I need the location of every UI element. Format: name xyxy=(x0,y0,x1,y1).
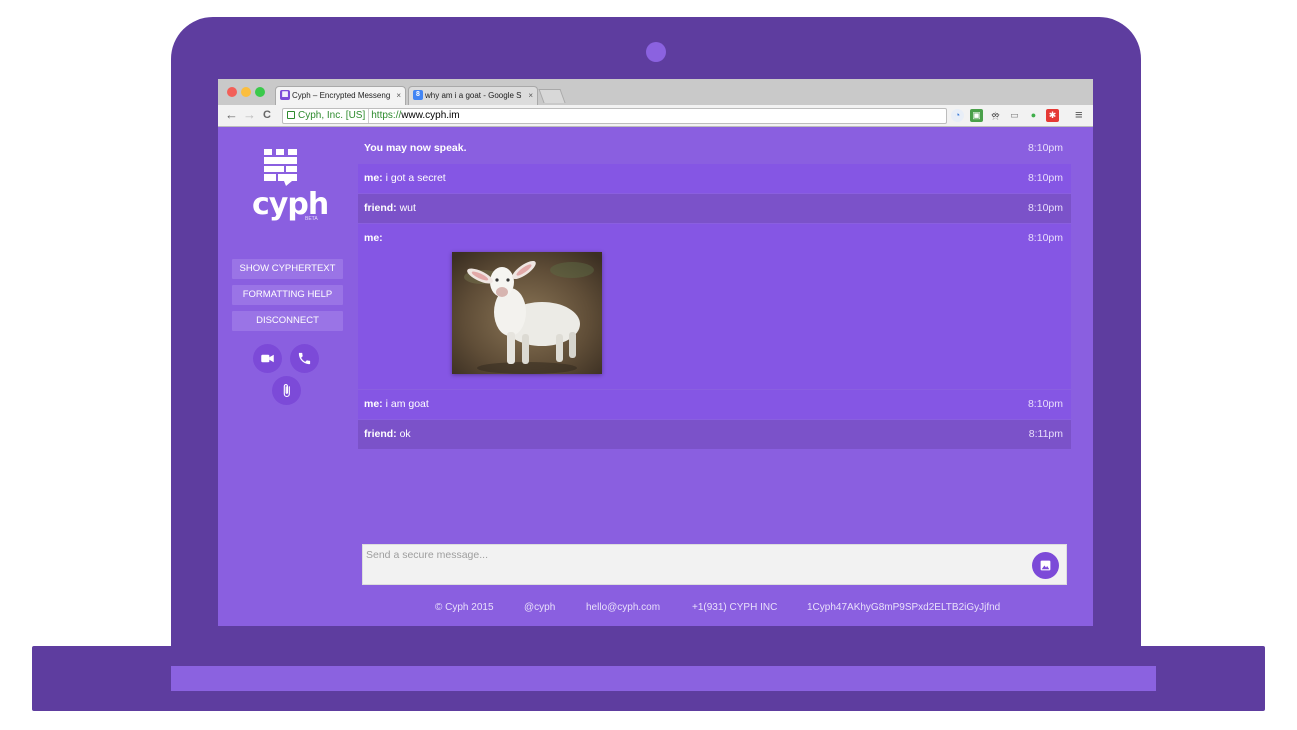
close-window-button[interactable] xyxy=(227,87,237,97)
close-tab-icon[interactable]: × xyxy=(528,87,533,104)
message-time: 8:10pm xyxy=(1027,172,1063,184)
goat-image xyxy=(452,252,602,374)
chat-message: friend: ok 8:11pm xyxy=(358,420,1071,449)
certificate-owner: Cyph, Inc. [US] xyxy=(298,110,366,121)
message-list: You may now speak. 8:10pm me: i got a se… xyxy=(358,134,1071,450)
extension-leaf-icon[interactable]: ● xyxy=(1027,109,1040,122)
extension-red-icon[interactable]: ✱ xyxy=(1046,109,1059,122)
message-text: i got a secret xyxy=(382,172,446,184)
message-time: 8:11pm xyxy=(1028,428,1063,440)
send-image-button[interactable] xyxy=(1032,552,1059,579)
phone-icon xyxy=(298,352,311,365)
goat-photo[interactable] xyxy=(452,252,602,374)
paperclip-icon xyxy=(283,384,290,397)
message-text: wut xyxy=(396,202,416,214)
chat-message-image: me: 8:10pm xyxy=(358,224,1071,389)
message-text: You may now speak. xyxy=(364,142,467,154)
beta-badge: BETA xyxy=(305,216,318,222)
show-cyphertext-button[interactable]: SHOW CYPHERTEXT xyxy=(232,259,343,279)
url-host: www.cyph.im xyxy=(401,110,460,121)
laptop-camera xyxy=(646,42,666,62)
footer-bitcoin-address[interactable]: 1Cyph47AKhyG8mP9SPxd2ELTB2iGyJjfnd xyxy=(807,602,1000,613)
video-call-button[interactable] xyxy=(253,344,282,373)
extension-square-icon[interactable]: ▣ xyxy=(970,109,983,122)
tab-title: why am i a goat - Google S xyxy=(425,91,522,100)
minimize-window-button[interactable] xyxy=(241,87,251,97)
footer-copyright: © Cyph 2015 xyxy=(435,602,494,613)
browser-tab-strip: ▦ Cyph – Encrypted Messeng × 8 why am i … xyxy=(218,79,1093,105)
message-time: 8:10pm xyxy=(1027,202,1063,214)
back-arrow-icon[interactable]: ← xyxy=(225,107,238,123)
google-favicon-icon: 8 xyxy=(413,90,423,100)
reload-icon[interactable]: C xyxy=(263,107,271,123)
message-text: i am goat xyxy=(382,398,429,410)
message-author: me: xyxy=(364,172,383,184)
cyph-favicon-icon: ▦ xyxy=(280,90,290,100)
url-protocol: https:// xyxy=(371,110,402,121)
disconnect-button[interactable]: DISCONNECT xyxy=(232,311,343,331)
screen: ▦ Cyph – Encrypted Messeng × 8 why am i … xyxy=(218,79,1093,626)
lock-icon xyxy=(287,111,295,119)
cast-icon[interactable]: ▭ xyxy=(1008,109,1021,122)
browser-toolbar: ← → C Cyph, Inc. [US] https://www.cyph.im… xyxy=(218,105,1093,127)
voice-call-button[interactable] xyxy=(290,344,319,373)
message-time: 8:10pm xyxy=(1027,398,1063,410)
chat-message: friend: wut 8:10pm xyxy=(358,194,1071,223)
close-tab-icon[interactable]: × xyxy=(396,87,401,104)
laptop-keyboard-strip xyxy=(171,666,1156,691)
tab-title: Cyph – Encrypted Messeng xyxy=(292,91,391,100)
message-composer xyxy=(362,544,1067,585)
chat-message: me: i am goat 8:10pm xyxy=(358,390,1071,419)
video-camera-icon xyxy=(261,354,274,363)
extension-glasses-icon[interactable]: ∞ xyxy=(989,109,1002,122)
message-author: friend: xyxy=(364,202,397,214)
ev-certificate-badge[interactable]: Cyph, Inc. [US] xyxy=(283,109,370,123)
message-author: me: xyxy=(364,232,383,244)
footer: © Cyph 2015 @cyph hello@cyph.com +1(931)… xyxy=(218,602,1093,618)
message-time: 8:10pm xyxy=(1027,142,1063,154)
message-text: ok xyxy=(396,428,411,440)
new-tab-button[interactable] xyxy=(538,89,566,103)
message-author: me: xyxy=(364,398,383,410)
tab-cyph[interactable]: ▦ Cyph – Encrypted Messeng × xyxy=(275,86,406,105)
chat-message: me: i got a secret 8:10pm xyxy=(358,164,1071,193)
message-time: 8:10pm xyxy=(1027,232,1063,244)
system-message: You may now speak. 8:10pm xyxy=(358,134,1071,163)
forward-arrow-icon[interactable]: → xyxy=(243,107,256,123)
formatting-help-button[interactable]: FORMATTING HELP xyxy=(232,285,343,305)
image-icon xyxy=(1040,560,1051,571)
message-author: friend: xyxy=(364,428,397,440)
maximize-window-button[interactable] xyxy=(255,87,265,97)
browser-menu-icon[interactable]: ≡ xyxy=(1075,107,1083,123)
footer-phone-link[interactable]: +1(931) CYPH INC xyxy=(692,602,777,613)
address-bar[interactable]: Cyph, Inc. [US] https://www.cyph.im ☆ xyxy=(282,108,1001,124)
footer-email-link[interactable]: hello@cyph.com xyxy=(586,602,660,613)
extension-clock-icon[interactable]: ◔ xyxy=(951,109,964,122)
footer-twitter-link[interactable]: @cyph xyxy=(524,602,555,613)
message-input[interactable] xyxy=(363,545,1023,565)
tab-google[interactable]: 8 why am i a goat - Google S × xyxy=(408,86,538,105)
attach-file-button[interactable] xyxy=(272,376,301,405)
